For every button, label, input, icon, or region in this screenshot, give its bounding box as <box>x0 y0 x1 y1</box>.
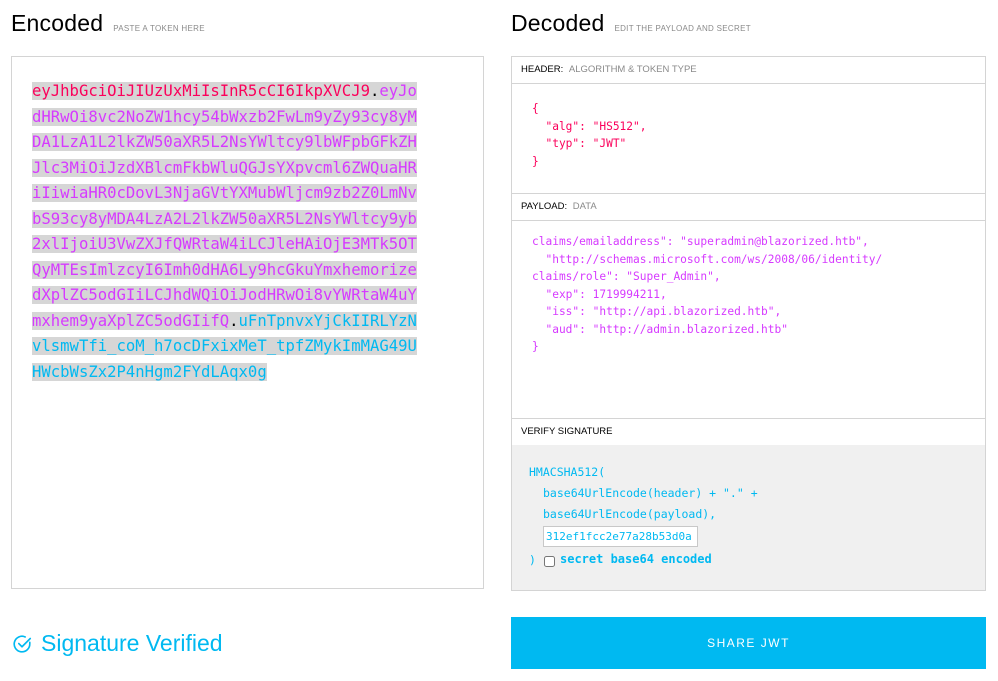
decoded-title: Decoded <box>511 10 605 36</box>
header-json-editor[interactable]: { "alg": "HS512", "typ": "JWT" } <box>532 100 985 170</box>
encoded-token-editor[interactable]: eyJhbGciOiJIUzUxMiIsInR5cCI6IkpXVCJ9.eyJ… <box>11 56 484 589</box>
signature-status-text: Signature Verified <box>41 630 223 656</box>
decoded-subtitle: EDIT THE PAYLOAD AND SECRET <box>614 24 751 33</box>
token-payload-part: eyJodHRwOi8vc2NoZW1hcy54bWxzb2FwLm9yZy93… <box>32 82 417 330</box>
secret-input[interactable] <box>543 526 698 547</box>
header-section-label: HEADER: <box>521 64 564 75</box>
payload-section-title: PAYLOAD: DATA <box>512 193 985 221</box>
header-section-sublabel: ALGORITHM & TOKEN TYPE <box>568 64 697 75</box>
hmac-header-arg: base64UrlEncode(header) + "." + <box>543 486 758 500</box>
encoded-heading: Encoded PASTE A TOKEN HERE <box>11 10 205 37</box>
payload-section-sublabel: DATA <box>572 201 597 212</box>
secret-base64-checkbox[interactable] <box>544 556 555 567</box>
secret-base64-label[interactable]: secret base64 encoded <box>560 552 712 566</box>
header-section-title: HEADER: ALGORITHM & TOKEN TYPE <box>512 57 985 84</box>
token-dot: . <box>369 82 380 100</box>
verify-section-title: VERIFY SIGNATURE <box>512 418 985 446</box>
share-jwt-button[interactable]: SHARE JWT <box>511 617 986 669</box>
token-header-part: eyJhbGciOiJIUzUxMiIsInR5cCI6IkpXVCJ9 <box>32 82 370 100</box>
hmac-payload-arg: base64UrlEncode(payload), <box>543 507 717 521</box>
hmac-close-paren: ) <box>529 553 536 567</box>
token-dot: . <box>229 311 239 330</box>
encoded-subtitle: PASTE A TOKEN HERE <box>113 24 205 33</box>
signature-status: Signature Verified <box>11 630 223 657</box>
hmac-function: HMACSHA512( <box>529 465 606 479</box>
decoded-panel: HEADER: ALGORITHM & TOKEN TYPE { "alg": … <box>511 56 986 591</box>
verify-section-label: VERIFY SIGNATURE <box>521 426 613 437</box>
token-text[interactable]: eyJhbGciOiJIUzUxMiIsInR5cCI6IkpXVCJ9.eyJ… <box>32 79 424 385</box>
payload-section-label: PAYLOAD: <box>521 201 568 212</box>
encoded-title: Encoded <box>11 10 104 36</box>
check-circle-icon <box>13 635 32 653</box>
payload-json-editor[interactable]: claims/emailaddress": "superadmin@blazor… <box>532 233 985 356</box>
verify-signature-body: HMACSHA512( base64UrlEncode(header) + ".… <box>512 445 985 590</box>
decoded-heading: Decoded EDIT THE PAYLOAD AND SECRET <box>511 10 751 37</box>
